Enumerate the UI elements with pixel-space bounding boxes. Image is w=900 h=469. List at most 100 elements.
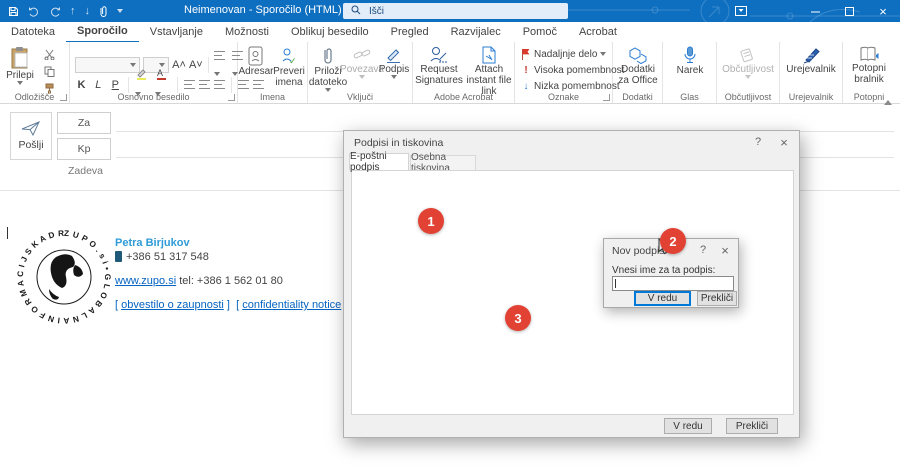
- ribbon: Prilepi Odložišče A˄ A˅ K: [0, 42, 900, 104]
- send-button[interactable]: Pošlji: [10, 112, 52, 160]
- group-adobe-acrobat: Request Signatures Attach instant file l…: [413, 42, 515, 103]
- annotation-step-2: 2: [660, 228, 686, 254]
- tab-vstavljanje[interactable]: Vstavljanje: [139, 22, 214, 42]
- cc-button[interactable]: Kp: [57, 138, 111, 160]
- to-field[interactable]: [116, 111, 894, 132]
- svg-text:A: A: [157, 68, 163, 78]
- link-button: Povezava: [346, 46, 378, 79]
- tags-dialog-launcher-icon[interactable]: [603, 94, 610, 101]
- copy-icon[interactable]: [42, 65, 56, 78]
- tab-moznosti[interactable]: Možnosti: [214, 22, 280, 42]
- high-importance-button[interactable]: ! Visoka pomembnost: [521, 65, 624, 76]
- paste-button[interactable]: Prilepi: [4, 46, 36, 85]
- maximize-button[interactable]: [832, 0, 866, 22]
- signature-pen-icon: [385, 46, 403, 64]
- bold-button[interactable]: K: [75, 79, 88, 91]
- office-addins-button[interactable]: Dodatki za Office: [617, 46, 659, 86]
- high-importance-label: Visoka pomembnost: [534, 65, 624, 76]
- dialog-close-button[interactable]: ×: [775, 134, 793, 150]
- group-tags: Nadaljnje delo ! Visoka pomembnost ↓ Niz…: [515, 42, 613, 103]
- signature-button[interactable]: Podpis: [378, 46, 410, 79]
- cut-icon[interactable]: [42, 48, 56, 61]
- new-signature-name-input[interactable]: [612, 276, 734, 291]
- paperclip-icon: [322, 46, 334, 66]
- editor-label: Urejevalnik: [786, 64, 835, 75]
- tab-email-signature[interactable]: E-poštni podpis: [349, 153, 409, 170]
- group-label-clipboard: Odložišče: [0, 92, 69, 102]
- search-input[interactable]: [367, 5, 521, 18]
- clipboard-icon: [10, 46, 30, 70]
- tab-pomoc[interactable]: Pomoč: [512, 22, 568, 42]
- move-up-icon[interactable]: ↑: [70, 6, 76, 17]
- ribbon-display-options-button[interactable]: [724, 0, 758, 22]
- sensitivity-icon: [739, 46, 757, 64]
- close-button[interactable]: ×: [866, 0, 900, 22]
- address-book-button[interactable]: Adresar: [240, 46, 272, 77]
- group-addins: Dodatki za Office Dodatki: [613, 42, 663, 103]
- svg-text:✓: ✓: [289, 57, 297, 66]
- low-importance-button[interactable]: ↓ Nizka pomembnost: [521, 81, 620, 92]
- attach-instant-file-link-button[interactable]: Attach instant file link: [465, 46, 513, 97]
- group-include: Priloži datoteko Povezava Podpis Vključi: [308, 42, 413, 103]
- follow-up-button[interactable]: Nadaljnje delo: [521, 48, 606, 60]
- attach-icon[interactable]: [99, 5, 108, 18]
- notice-en-link[interactable]: confidentiality notice: [242, 299, 341, 311]
- group-label-voice: Glas: [663, 92, 716, 102]
- tab-personal-stationery[interactable]: Osebna tiskovina: [410, 155, 476, 170]
- request-signatures-button[interactable]: Request Signatures: [416, 46, 462, 86]
- dialog-ok-button[interactable]: V redu: [664, 418, 712, 434]
- group-label-addins: Dodatki: [613, 92, 662, 102]
- to-button[interactable]: Za: [57, 112, 111, 134]
- new-dialog-help-button[interactable]: ?: [694, 242, 712, 258]
- phone-icon: [115, 251, 122, 262]
- minimize-button[interactable]: [798, 0, 832, 22]
- dictate-button[interactable]: Narek: [671, 46, 709, 76]
- tab-oblikuj-besedilo[interactable]: Oblikuj besedilo: [280, 22, 380, 42]
- tab-pregled[interactable]: Pregled: [380, 22, 440, 42]
- check-names-label: Preveri imena: [272, 66, 306, 88]
- tab-acrobat[interactable]: Acrobat: [568, 22, 628, 42]
- new-signature-prompt: Vnesi ime za ta podpis:: [612, 265, 715, 276]
- low-importance-icon: ↓: [521, 81, 531, 92]
- save-icon[interactable]: [8, 6, 19, 17]
- redo-icon[interactable]: [49, 6, 61, 17]
- group-label-basic-text: Osnovno besedilo: [70, 92, 237, 102]
- follow-up-dropdown-icon[interactable]: [600, 52, 606, 56]
- dictate-label: Narek: [677, 65, 704, 76]
- group-clipboard: Prilepi Odložišče: [0, 42, 70, 103]
- quick-access-toolbar: ↑ ↓: [8, 0, 123, 22]
- send-icon: [21, 121, 41, 136]
- underline-button[interactable]: P: [109, 79, 122, 91]
- paste-label: Prilepi: [6, 70, 34, 81]
- signature-dropdown-icon[interactable]: [391, 75, 397, 79]
- check-names-button[interactable]: ✓ Preveri imena: [272, 46, 306, 88]
- paste-dropdown-icon[interactable]: [17, 81, 23, 85]
- new-dialog-cancel-button[interactable]: Prekliči: [697, 291, 737, 306]
- editor-pen-icon: [802, 46, 821, 64]
- tab-razvijalec[interactable]: Razvijalec: [440, 22, 512, 42]
- notice-sl-link[interactable]: obvestilo o zaupnosti: [121, 299, 224, 311]
- collapse-ribbon-icon[interactable]: [884, 92, 892, 110]
- new-dialog-ok-button[interactable]: V redu: [634, 291, 691, 306]
- signature-website-link[interactable]: www.zupo.si: [115, 275, 176, 287]
- titlebar: ↑ ↓ Neimenovan - Sporočilo (HTML) ×: [0, 0, 900, 22]
- move-down-icon[interactable]: ↓: [85, 6, 91, 17]
- clipboard-dialog-launcher-icon[interactable]: [60, 94, 67, 101]
- immersive-reader-button[interactable]: Potopni bralnik: [847, 46, 891, 85]
- tab-sporocilo[interactable]: Sporočilo: [66, 21, 139, 43]
- tab-datoteka[interactable]: Datoteka: [0, 22, 66, 42]
- new-dialog-close-button[interactable]: ×: [716, 242, 734, 258]
- link-icon: [353, 46, 371, 64]
- dialog-cancel-button[interactable]: Prekliči: [726, 418, 778, 434]
- basic-text-dialog-launcher-icon[interactable]: [228, 94, 235, 101]
- italic-button[interactable]: L: [92, 79, 105, 91]
- search-box[interactable]: [343, 3, 568, 19]
- annotation-step-3: 3: [505, 305, 531, 331]
- editor-button[interactable]: Urejevalnik: [786, 46, 836, 75]
- dialog-help-button[interactable]: ?: [749, 134, 767, 150]
- group-label-tags: Oznake: [515, 92, 612, 102]
- request-signatures-label: Request Signatures: [415, 64, 463, 86]
- sensitivity-dropdown-icon: [745, 75, 751, 79]
- qat-menu-icon[interactable]: [117, 9, 123, 13]
- undo-icon[interactable]: [28, 6, 40, 17]
